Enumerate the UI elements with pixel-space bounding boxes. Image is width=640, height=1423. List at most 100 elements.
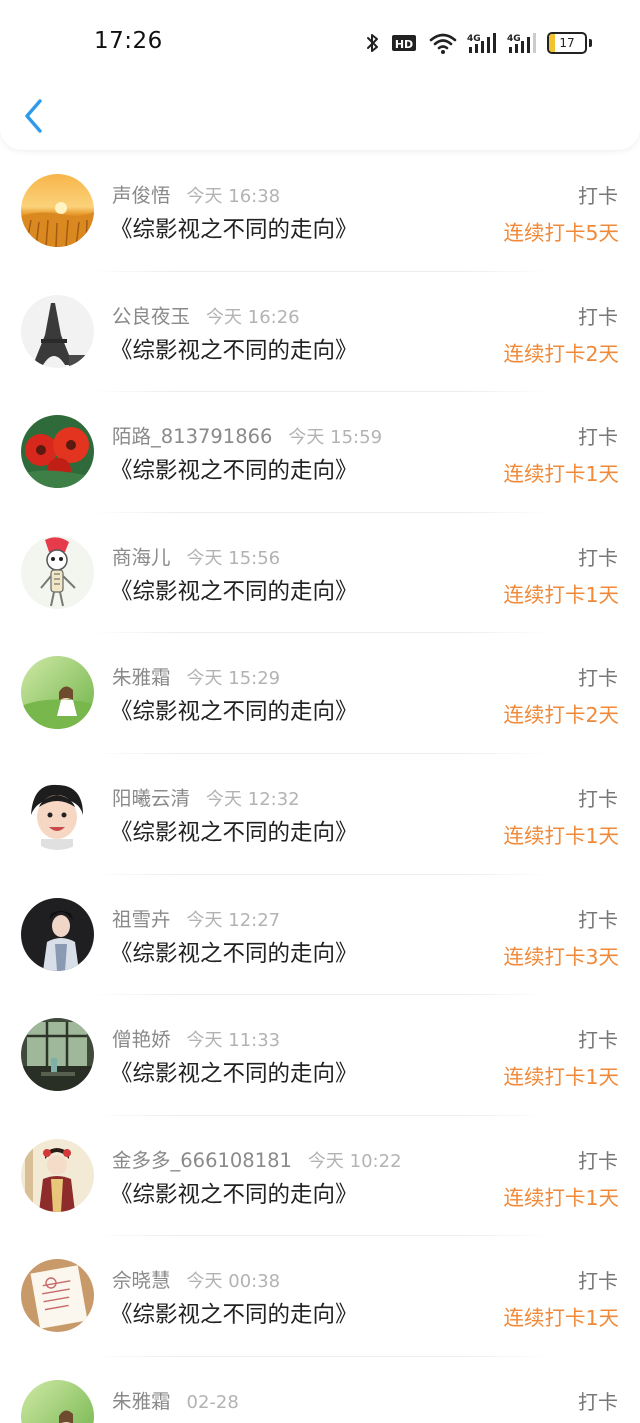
user-name[interactable]: 声俊悟: [112, 184, 171, 207]
list-item[interactable]: 阳曦云清 今天 12:32 《综影视之不同的走向》 打卡 连续打卡1天: [0, 754, 640, 876]
checkin-list-screen: 17:26 HD 4G 4G 17 声俊悟 今天 16:38 《综影视之不同的走…: [0, 0, 640, 1423]
streak-label: 连续打卡1天: [503, 823, 619, 848]
checkin-time: 今天 12:27: [186, 909, 281, 931]
list-item[interactable]: 公良夜玉 今天 16:26 《综影视之不同的走向》 打卡 连续打卡2天: [0, 272, 640, 394]
checkin-time: 今天 16:26: [206, 306, 300, 328]
streak-label: 连续打卡1天: [503, 462, 619, 487]
avatar[interactable]: [21, 294, 94, 368]
checkin-time: 今天 16:38: [186, 186, 281, 207]
row-divider: [90, 873, 550, 875]
streak-label: 连续打卡1天: [503, 1065, 619, 1090]
book-title[interactable]: 《综影视之不同的走向》: [110, 333, 358, 365]
avatar[interactable]: [21, 776, 94, 850]
user-name[interactable]: 商海儿: [112, 546, 171, 569]
battery-icon: 17: [547, 32, 587, 54]
signal-4g-icon-2: 4G: [507, 31, 537, 55]
checkin-label: 打卡: [578, 425, 618, 450]
user-meta: 阳曦云清 今天 12:32: [112, 782, 300, 811]
svg-text:4G: 4G: [507, 34, 521, 44]
checkin-label: 打卡: [578, 304, 618, 329]
top-header: 17:26 HD 4G 4G 17: [0, 0, 640, 150]
checkin-time: 今天 11:33: [186, 1030, 281, 1052]
checkin-time: 今天 12:32: [206, 788, 300, 810]
list-item[interactable]: 金多多_666108181 今天 10:22 《综影视之不同的走向》 打卡 连续打…: [0, 1116, 640, 1238]
book-title[interactable]: 《综影视之不同的走向》: [110, 1418, 358, 1423]
book-title[interactable]: 《综影视之不同的走向》: [110, 453, 358, 485]
avatar[interactable]: [21, 1138, 94, 1212]
list-item[interactable]: 祖雪卉 今天 12:27 《综影视之不同的走向》 打卡 连续打卡3天: [0, 875, 640, 997]
row-divider: [90, 391, 550, 393]
checkin-label: 打卡: [578, 184, 618, 208]
streak-label: 连续打卡1天: [503, 582, 619, 607]
checkin-time: 今天 15:59: [288, 427, 383, 449]
list-item[interactable]: 声俊悟 今天 16:38 《综影视之不同的走向》 打卡 连续打卡5天: [0, 152, 640, 273]
book-title[interactable]: 《综影视之不同的走向》: [110, 1056, 358, 1088]
list-item[interactable]: 朱雅霜02-28 《综影视之不同的走向》 打卡 连续打卡1天: [0, 1357, 640, 1423]
user-name[interactable]: 佘晓慧: [112, 1269, 171, 1292]
book-title[interactable]: 《综影视之不同的走向》: [110, 212, 358, 244]
status-bar: 17:26 HD 4G 4G 17: [0, 0, 640, 86]
checkin-label: 打卡: [578, 666, 618, 691]
list-item[interactable]: 商海儿 今天 15:56 《综影视之不同的走向》 打卡 连续打卡1天: [0, 513, 640, 635]
status-time: 17:26: [94, 28, 163, 54]
streak-label: 连续打卡3天: [503, 944, 619, 969]
user-name[interactable]: 公良夜玉: [112, 305, 190, 328]
user-meta: 商海儿 今天 15:56: [112, 541, 280, 570]
checkin-time: 02-28: [186, 1391, 239, 1413]
user-name[interactable]: 阳曦云清: [112, 787, 190, 810]
back-button[interactable]: [20, 96, 50, 136]
user-name[interactable]: 朱雅霜: [112, 1390, 171, 1413]
user-meta: 朱雅霜 02-28: [112, 1385, 239, 1414]
user-meta: 僧艳娇 今天 11:33: [112, 1023, 280, 1052]
status-icons: HD 4G 4G 17: [365, 30, 592, 56]
avatar[interactable]: [21, 415, 94, 489]
book-title[interactable]: 《综影视之不同的走向》: [110, 936, 358, 968]
avatar[interactable]: [21, 1259, 94, 1333]
user-name[interactable]: 僧艳娇: [112, 1028, 171, 1051]
checkin-label: 打卡: [578, 1148, 618, 1173]
streak-label: 连续打卡2天: [503, 341, 619, 366]
list-item[interactable]: 佘晓慧 今天 00:38 《综影视之不同的走向》 打卡 连续打卡1天: [0, 1237, 640, 1358]
list-item[interactable]: 朱雅霜 今天 15:29 《综影视之不同的走向》 打卡 连续打卡2天: [0, 634, 640, 755]
user-name[interactable]: 朱雅霜: [112, 666, 171, 689]
checkin-label: 打卡: [578, 1389, 618, 1414]
avatar[interactable]: [21, 656, 94, 730]
checkin-time: 今天 15:56: [186, 547, 281, 569]
avatar[interactable]: [21, 1379, 94, 1423]
book-title[interactable]: 《综影视之不同的走向》: [110, 1297, 358, 1329]
signal-4g-icon: 4G: [467, 31, 497, 55]
hd-voice-icon: HD: [391, 31, 419, 55]
checkin-list: 声俊悟 今天 16:38 《综影视之不同的走向》 打卡 连续打卡5天 公良夜玉 今天…: [0, 152, 640, 1423]
book-title[interactable]: 《综影视之不同的走向》: [110, 694, 358, 726]
user-meta: 金多多_666108181 今天 10:22: [112, 1144, 402, 1173]
svg-text:HD: HD: [395, 38, 413, 51]
svg-text:4G: 4G: [467, 34, 481, 44]
avatar[interactable]: [21, 897, 94, 971]
book-title[interactable]: 《综影视之不同的走向》: [110, 815, 358, 847]
user-meta: 陌路_813791866 今天 15:59: [112, 420, 382, 449]
chevron-left-icon: [25, 99, 42, 133]
avatar[interactable]: [21, 1018, 94, 1092]
user-name[interactable]: 陌路_813791866: [112, 425, 272, 448]
user-name[interactable]: 金多多_666108181: [112, 1149, 292, 1172]
user-meta: 佘晓慧 今天 00:38: [112, 1264, 280, 1293]
bluetooth-icon: [365, 31, 381, 55]
avatar[interactable]: [21, 535, 94, 609]
checkin-label: 打卡: [578, 1269, 618, 1294]
book-title[interactable]: 《综影视之不同的走向》: [110, 574, 358, 606]
checkin-time: 今天 15:29: [186, 668, 281, 690]
streak-label: 连续打卡5天: [503, 221, 619, 245]
list-item[interactable]: 僧艳娇 今天 11:33 《综影视之不同的走向》 打卡 连续打卡1天: [0, 996, 640, 1117]
checkin-time: 今天 00:38: [186, 1271, 281, 1293]
user-name[interactable]: 祖雪卉: [112, 908, 171, 931]
checkin-label: 打卡: [578, 545, 618, 570]
list-item[interactable]: 陌路_813791866 今天 15:59 《综影视之不同的走向》 打卡 连续打卡…: [0, 393, 640, 514]
checkin-label: 打卡: [578, 1028, 618, 1053]
row-divider: [90, 1355, 550, 1357]
row-divider: [90, 752, 550, 754]
avatar[interactable]: [21, 174, 94, 247]
book-title[interactable]: 《综影视之不同的走向》: [110, 1177, 358, 1209]
checkin-time: 今天 10:22: [307, 1150, 402, 1172]
user-meta: 朱雅霜 今天 15:29: [112, 661, 280, 690]
battery-tip: [589, 39, 592, 47]
